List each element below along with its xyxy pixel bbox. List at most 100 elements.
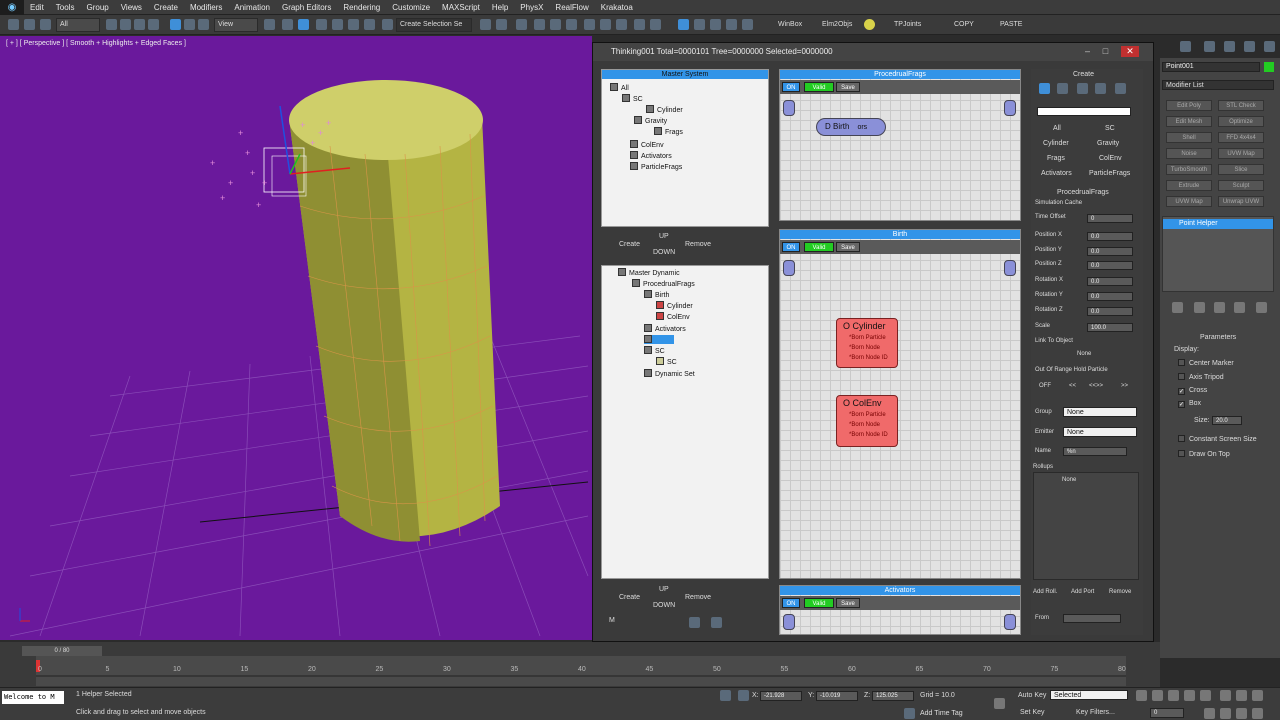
- winbox-button[interactable]: WinBox: [778, 18, 802, 32]
- go-to-start-icon[interactable]: [1136, 690, 1147, 701]
- app-logo[interactable]: ◉: [0, 0, 24, 15]
- param-spinner[interactable]: 0: [1087, 214, 1133, 223]
- menu-maxscript[interactable]: MAXScript: [436, 0, 486, 15]
- rollout-title[interactable]: ProcedrualFrags: [1057, 189, 1109, 196]
- redo-icon[interactable]: [24, 19, 35, 30]
- modifier-button[interactable]: FFD 4x4x4: [1218, 132, 1264, 143]
- time-tag-icon[interactable]: [904, 708, 915, 719]
- from-field[interactable]: [1063, 614, 1121, 623]
- selection-filter-dropdown[interactable]: All: [56, 18, 100, 32]
- birth-node[interactable]: D Birth ors: [816, 118, 886, 136]
- maximize-viewport-icon[interactable]: [1252, 690, 1263, 701]
- link-icon[interactable]: [40, 19, 51, 30]
- modifier-button[interactable]: Edit Poly: [1166, 100, 1212, 111]
- object-name-field[interactable]: Point001: [1162, 62, 1260, 72]
- curve-editor-icon[interactable]: [534, 19, 545, 30]
- activeshade-icon[interactable]: [650, 19, 661, 30]
- tree-item[interactable]: ProcedrualFrags: [632, 279, 695, 290]
- rollup-item[interactable]: None: [1062, 477, 1076, 483]
- next-frame-icon[interactable]: [1184, 690, 1195, 701]
- ms-create-button[interactable]: Create: [619, 241, 640, 248]
- ref-coord-dropdown[interactable]: View: [214, 18, 258, 32]
- modifier-button[interactable]: TurboSmooth: [1166, 164, 1212, 175]
- pin-stack-icon[interactable]: [1172, 302, 1183, 313]
- angle-snap-icon[interactable]: [332, 19, 343, 30]
- add-port-button[interactable]: Add Port: [1071, 589, 1094, 595]
- input-port[interactable]: [783, 260, 795, 276]
- output-port[interactable]: [1004, 100, 1016, 116]
- motion-icon[interactable]: [1224, 41, 1235, 52]
- valid-toggle[interactable]: Valid: [804, 242, 834, 252]
- range-off-button[interactable]: OFF: [1039, 383, 1051, 389]
- constant-screen-size-checkbox[interactable]: Constant Screen Size: [1178, 435, 1257, 443]
- save-button[interactable]: Save: [836, 242, 860, 252]
- select-icon[interactable]: [106, 19, 117, 30]
- select-manipulate-icon[interactable]: [282, 19, 293, 30]
- maxscript-listener[interactable]: Welcome to M: [2, 691, 64, 704]
- save-button[interactable]: Save: [836, 598, 860, 608]
- draw-on-top-checkbox[interactable]: Draw On Top: [1178, 450, 1230, 458]
- modifier-button[interactable]: Slice: [1218, 164, 1264, 175]
- tool-icon[interactable]: [689, 617, 700, 628]
- remove-port-button[interactable]: Remove: [1109, 589, 1131, 595]
- snap-icon[interactable]: [316, 19, 327, 30]
- param-spinner[interactable]: 0.0: [1087, 277, 1133, 286]
- orbit-icon[interactable]: [1220, 708, 1231, 719]
- menu-create[interactable]: Create: [148, 0, 184, 15]
- tree-item[interactable]: Gravity: [634, 116, 667, 127]
- tree-item[interactable]: SC: [622, 94, 643, 105]
- menu-graph-editors[interactable]: Graph Editors: [276, 0, 337, 15]
- center-marker-checkbox[interactable]: Center Marker: [1178, 359, 1234, 367]
- tree-item[interactable]: Cylinder: [646, 105, 683, 116]
- grid-btn[interactable]: Cylinder: [1043, 140, 1069, 147]
- modifier-button[interactable]: Noise: [1166, 148, 1212, 159]
- cylinder-operator-node[interactable]: O Cylinder *Born Particle *Born Node *Bo…: [836, 318, 898, 368]
- add-roll-button[interactable]: Add Roll.: [1033, 589, 1057, 595]
- tool-icon[interactable]: [711, 617, 722, 628]
- tree-item-selected[interactable]: [644, 335, 674, 344]
- tree-item[interactable]: ColEnv: [656, 312, 690, 323]
- select-by-name-icon[interactable]: [120, 19, 131, 30]
- go-to-end-icon[interactable]: [1200, 690, 1211, 701]
- save-button[interactable]: Save: [836, 82, 860, 92]
- name-input[interactable]: [1037, 107, 1131, 116]
- tool-c-icon[interactable]: [726, 19, 737, 30]
- input-port[interactable]: [783, 614, 795, 630]
- modify-tab-icon[interactable]: [1180, 41, 1191, 52]
- param-spinner[interactable]: 0.0: [1087, 261, 1133, 270]
- timeline[interactable]: 0 / 80 0 5 10 15 20 25 30 35 40 45 50 55 60 65 70 75 80: [0, 642, 1160, 687]
- tree-item[interactable]: ParticleFrags: [630, 162, 682, 173]
- modifier-button[interactable]: Sculpt: [1218, 180, 1264, 191]
- time-slider[interactable]: 0 / 80: [22, 646, 102, 656]
- modifier-list-dropdown[interactable]: Modifier List: [1162, 80, 1274, 90]
- minimize-icon[interactable]: –: [1081, 46, 1094, 57]
- current-frame-field[interactable]: 0: [1150, 708, 1184, 718]
- rollups-list[interactable]: None: [1033, 472, 1139, 580]
- md-down-button[interactable]: DOWN: [653, 602, 675, 609]
- show-end-result-icon[interactable]: [1194, 302, 1205, 313]
- key-mode-icon[interactable]: [994, 698, 1005, 709]
- modifier-stack[interactable]: Point Helper: [1162, 216, 1274, 292]
- y-coordinate[interactable]: -10.019: [816, 691, 858, 701]
- range-forward-button[interactable]: >>: [1121, 383, 1128, 389]
- zoom-all-icon[interactable]: [1236, 690, 1247, 701]
- menu-realflow[interactable]: RealFlow: [549, 0, 594, 15]
- axis-tripod-checkbox[interactable]: Axis Tripod: [1178, 373, 1224, 381]
- rect-select-icon[interactable]: [134, 19, 145, 30]
- ms-remove-button[interactable]: Remove: [685, 241, 711, 248]
- menu-edit[interactable]: Edit: [24, 0, 50, 15]
- valid-toggle[interactable]: Valid: [804, 598, 834, 608]
- modifier-button[interactable]: Unwrap UVW: [1218, 196, 1264, 207]
- name-field[interactable]: %n: [1063, 447, 1127, 456]
- grid-btn[interactable]: Activators: [1041, 170, 1072, 177]
- close-icon[interactable]: ✕: [1121, 46, 1139, 57]
- on-toggle[interactable]: ON: [782, 82, 800, 92]
- md-remove-button[interactable]: Remove: [685, 594, 711, 601]
- grid-btn[interactable]: Gravity: [1097, 140, 1119, 147]
- tree-item[interactable]: Frags: [654, 127, 683, 138]
- modifier-button[interactable]: Edit Mesh: [1166, 116, 1212, 127]
- shield-icon[interactable]: [1115, 83, 1126, 94]
- output-port[interactable]: [1004, 260, 1016, 276]
- maximize-icon[interactable]: □: [1099, 46, 1112, 57]
- modifier-button[interactable]: Optimize: [1218, 116, 1264, 127]
